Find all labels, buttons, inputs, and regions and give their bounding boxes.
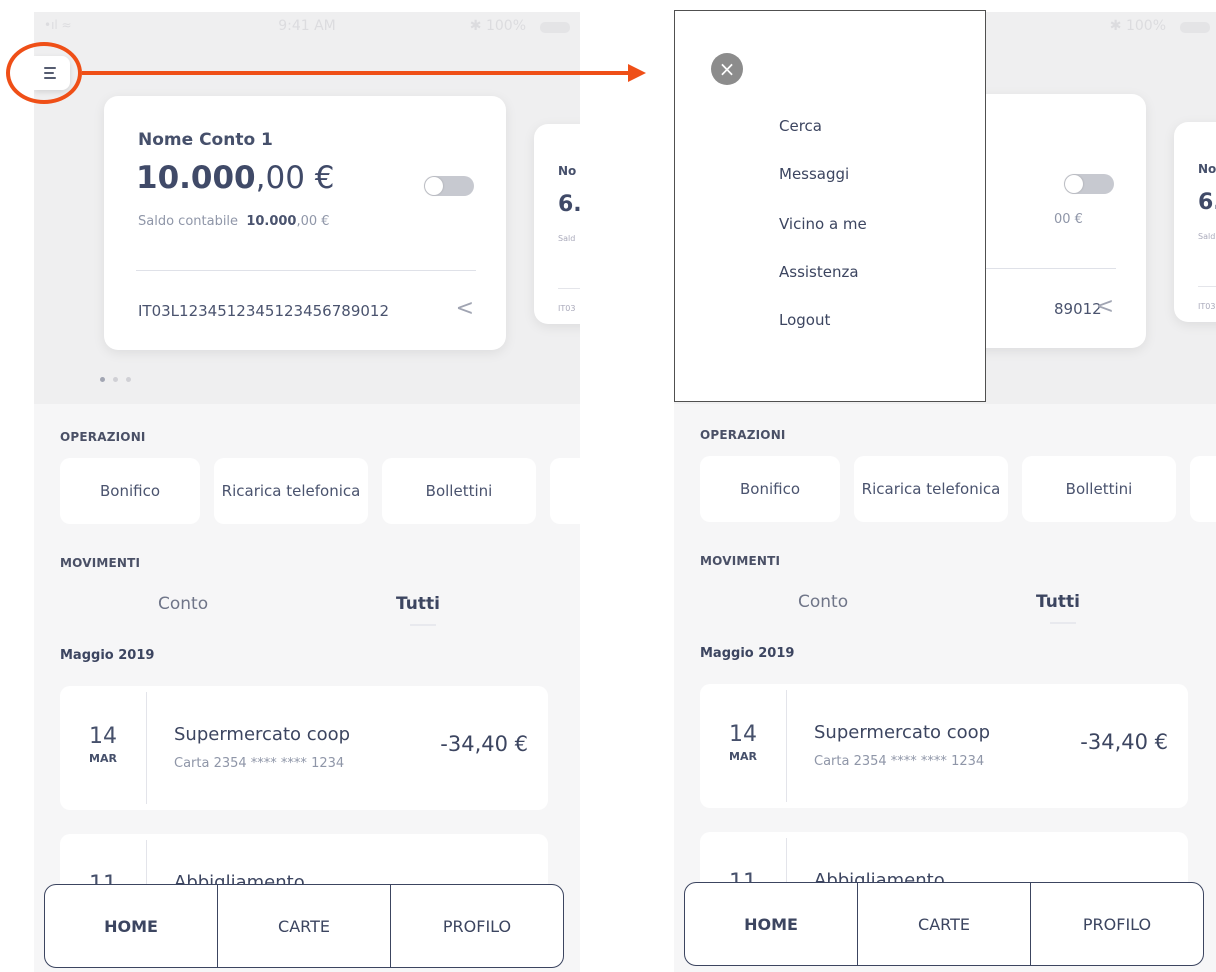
nav-carte[interactable]: CARTE <box>217 885 390 967</box>
arrow-head-icon <box>628 64 646 82</box>
month-label: Maggio 2019 <box>700 646 795 661</box>
account-saldo: 00 € <box>1054 212 1083 227</box>
toggle-switch[interactable] <box>1064 174 1114 194</box>
op-bonifico[interactable]: Bonifico <box>700 456 840 522</box>
op-more[interactable] <box>550 458 580 524</box>
account-name: Nome Conto 1 <box>138 130 273 150</box>
account-card-next[interactable]: No 6. Sald IT03 <box>1174 122 1216 322</box>
account-iban: IT03L1234512345123456789012 <box>138 302 389 320</box>
battery-percent: ✱ 100% <box>1109 18 1166 34</box>
tab-indicator <box>410 624 436 626</box>
highlight-circle <box>6 42 82 104</box>
account-balance: 10.000,00 € <box>136 160 335 196</box>
op-more[interactable] <box>1190 456 1216 522</box>
battery-icon <box>1180 22 1210 33</box>
account-card[interactable]: Nome Conto 1 10.000,00 € Saldo contabile… <box>104 96 506 350</box>
menu-item-cerca[interactable]: Cerca <box>779 117 822 135</box>
tx-amount: -34,40 € <box>440 732 528 756</box>
tab-conto[interactable]: Conto <box>158 594 208 614</box>
tx-day: 14 <box>729 722 757 747</box>
toggle-switch[interactable] <box>424 176 474 196</box>
annotation-arrow <box>82 71 632 75</box>
transaction-row[interactable]: 14 MAR Supermercato coop Carta 2354 ****… <box>700 684 1188 808</box>
op-bollettini[interactable]: Bollettini <box>1022 456 1176 522</box>
account-name: No <box>558 164 577 178</box>
tx-month: MAR <box>89 752 117 765</box>
operations-title: OPERAZIONI <box>60 430 146 444</box>
tab-conto[interactable]: Conto <box>798 592 848 612</box>
tx-title: Supermercato coop <box>174 724 351 745</box>
account-saldo: Saldo contabile 10.000,00 € <box>138 214 330 229</box>
account-iban: IT03 <box>1198 302 1216 311</box>
op-ricarica[interactable]: Ricarica telefonica <box>854 456 1008 522</box>
status-bar: •ıl ≈ 9:41 AM ✱ 100% <box>34 12 580 42</box>
tx-title: Supermercato coop <box>814 722 991 743</box>
bottom-nav: HOME CARTE PROFILO <box>684 882 1204 966</box>
tx-subtitle: Carta 2354 **** **** 1234 <box>814 754 985 769</box>
op-bollettini[interactable]: Bollettini <box>382 458 536 524</box>
account-iban: 89012 <box>1054 300 1102 318</box>
page-indicator <box>100 367 139 386</box>
share-icon[interactable]: < <box>1096 294 1114 319</box>
bottom-nav: HOME CARTE PROFILO <box>44 884 564 968</box>
divider <box>1198 286 1216 287</box>
account-name: No <box>1198 162 1216 176</box>
nav-home[interactable]: HOME <box>45 885 217 967</box>
tx-subtitle: Carta 2354 **** **** 1234 <box>174 756 345 771</box>
menu-item-messaggi[interactable]: Messaggi <box>779 165 849 183</box>
tab-tutti[interactable]: Tutti <box>396 594 440 614</box>
account-saldo: Sald <box>558 234 576 243</box>
movements-title: MOVIMENTI <box>700 554 781 568</box>
nav-carte[interactable]: CARTE <box>857 883 1030 965</box>
movements-title: MOVIMENTI <box>60 556 141 570</box>
tx-day: 14 <box>89 724 117 749</box>
op-ricarica[interactable]: Ricarica telefonica <box>214 458 368 524</box>
transaction-row[interactable]: 14 MAR Supermercato coop Carta 2354 ****… <box>60 686 548 810</box>
divider <box>136 270 476 271</box>
account-iban: IT03 <box>558 304 576 313</box>
nav-profilo[interactable]: PROFILO <box>390 885 563 967</box>
menu-item-vicino[interactable]: Vicino a me <box>779 215 867 233</box>
operations-title: OPERAZIONI <box>700 428 786 442</box>
tx-month: MAR <box>729 750 757 763</box>
tx-amount: -34,40 € <box>1080 730 1168 754</box>
battery-percent: ✱ 100% <box>469 18 526 34</box>
op-bonifico[interactable]: Bonifico <box>60 458 200 524</box>
close-icon[interactable]: × <box>711 53 743 85</box>
menu-item-logout[interactable]: Logout <box>779 311 830 329</box>
account-saldo: Sald <box>1198 232 1216 241</box>
battery-icon <box>540 22 570 33</box>
tab-tutti[interactable]: Tutti <box>1036 592 1080 612</box>
nav-profilo[interactable]: PROFILO <box>1030 883 1203 965</box>
share-icon[interactable]: < <box>456 296 474 321</box>
divider <box>558 288 580 289</box>
left-screen: •ıl ≈ 9:41 AM ✱ 100% Nome Conto 1 10.000… <box>34 12 580 972</box>
nav-home[interactable]: HOME <box>685 883 857 965</box>
account-balance: 6. <box>558 192 580 217</box>
menu-item-assistenza[interactable]: Assistenza <box>779 263 859 281</box>
account-card-next[interactable]: No 6. Sald IT03 <box>534 124 580 324</box>
side-menu: × Cerca Messaggi Vicino a me Assistenza … <box>674 10 986 402</box>
account-balance: 6. <box>1198 190 1216 215</box>
month-label: Maggio 2019 <box>60 648 155 663</box>
tab-indicator <box>1050 622 1076 624</box>
